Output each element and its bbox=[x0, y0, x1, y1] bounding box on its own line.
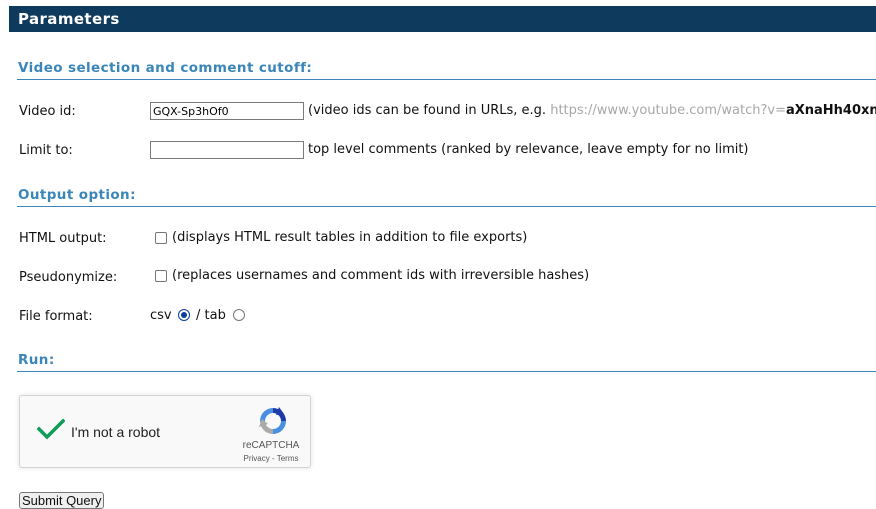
pseudonymize-hint: (replaces usernames and comment ids with… bbox=[172, 268, 590, 283]
tab-option-label: / tab bbox=[196, 308, 226, 323]
limit-hint: top level comments (ranked by relevance,… bbox=[308, 142, 749, 157]
section-output-option: Output option: bbox=[17, 187, 876, 207]
video-id-hint-prefix: (video ids can be found in URLs, e.g. bbox=[308, 103, 551, 118]
section-title: Video selection and comment cutoff: bbox=[18, 60, 313, 76]
pseudonymize-label: Pseudonymize: bbox=[19, 270, 118, 285]
submit-query-button[interactable]: Submit Query bbox=[19, 492, 105, 509]
csv-option-label: csv bbox=[150, 308, 172, 323]
recaptcha-logo-icon bbox=[259, 407, 286, 434]
header-title: Parameters bbox=[18, 10, 120, 28]
recaptcha-privacy-terms[interactable]: Privacy - Terms bbox=[235, 454, 307, 463]
section-divider bbox=[17, 79, 876, 80]
section-run: Run: bbox=[17, 352, 876, 372]
section-divider bbox=[17, 371, 876, 372]
html-output-hint: (displays HTML result tables in addition… bbox=[172, 230, 528, 245]
checkmark-icon[interactable] bbox=[37, 418, 65, 440]
video-id-input[interactable] bbox=[150, 102, 304, 120]
video-id-hint-url: https://www.youtube.com/watch?v= bbox=[550, 103, 786, 118]
recaptcha-brand: reCAPTCHA bbox=[242, 440, 300, 451]
limit-label: Limit to: bbox=[19, 143, 73, 158]
html-output-label: HTML output: bbox=[19, 231, 107, 246]
html-output-checkbox[interactable] bbox=[155, 232, 167, 244]
section-video-selection: Video selection and comment cutoff: bbox=[17, 60, 876, 80]
limit-input[interactable] bbox=[150, 141, 304, 159]
video-id-hint-example: aXnaHh40xnM bbox=[785, 103, 876, 118]
csv-radio[interactable] bbox=[178, 309, 190, 321]
parameters-header: Parameters bbox=[9, 6, 876, 32]
video-id-label: Video id: bbox=[19, 104, 76, 119]
tab-radio[interactable] bbox=[233, 309, 245, 321]
section-divider bbox=[17, 206, 876, 207]
recaptcha-label: I'm not a robot bbox=[71, 424, 161, 440]
pseudonymize-checkbox[interactable] bbox=[155, 270, 167, 282]
section-title: Output option: bbox=[18, 187, 136, 203]
recaptcha-widget[interactable]: I'm not a robot reCAPTCHA Privacy - Term… bbox=[19, 395, 311, 468]
file-format-label: File format: bbox=[19, 309, 93, 324]
video-id-hint: (video ids can be found in URLs, e.g. ht… bbox=[308, 103, 876, 118]
file-format-options: csv bbox=[150, 308, 172, 323]
section-title: Run: bbox=[18, 352, 55, 368]
